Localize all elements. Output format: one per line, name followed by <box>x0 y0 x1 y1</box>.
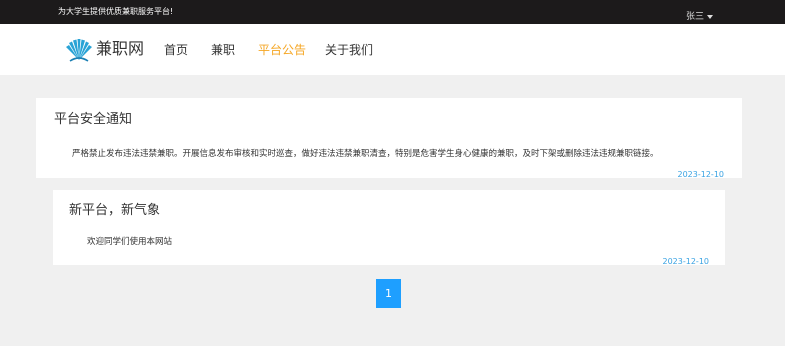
site-header: 兼职网 首页 兼职 平台公告 关于我们 <box>0 24 785 75</box>
page-1-button[interactable]: 1 <box>376 279 401 308</box>
user-name[interactable]: 张三 <box>686 11 704 23</box>
notice-card: 新平台，新气象 欢迎同学们使用本网站 2023-12-10 <box>53 190 725 266</box>
notice-card: 平台安全通知 严格禁止发布违法违禁兼职。开展信息发布审核和实时巡查，做好违法违禁… <box>36 98 742 179</box>
notice-content: 欢迎同学们使用本网站 <box>87 237 173 247</box>
top-bar: 为大学生提供优质兼职服务平台! 张三 <box>0 0 785 24</box>
logo-text[interactable]: 兼职网 <box>96 39 144 59</box>
nav-about[interactable]: 关于我们 <box>325 42 373 58</box>
logo-fan-icon[interactable] <box>64 38 94 62</box>
notice-content: 严格禁止发布违法违禁兼职。开展信息发布审核和实时巡查，做好违法违禁兼职清查，特别… <box>72 149 659 159</box>
notice-title[interactable]: 平台安全通知 <box>54 111 132 129</box>
notice-title[interactable]: 新平台，新气象 <box>69 202 160 220</box>
chevron-down-icon[interactable] <box>707 15 714 19</box>
nav-jobs[interactable]: 兼职 <box>211 42 235 58</box>
user-menu[interactable]: 张三 <box>686 11 714 23</box>
nav-home[interactable]: 首页 <box>164 42 188 58</box>
notice-date: 2023-12-10 <box>677 170 725 179</box>
site-slogan: 为大学生提供优质兼职服务平台! <box>58 7 174 16</box>
notice-date: 2023-12-10 <box>662 257 710 266</box>
page-number[interactable]: 1 <box>385 287 392 300</box>
nav-announcements[interactable]: 平台公告 <box>258 42 306 58</box>
